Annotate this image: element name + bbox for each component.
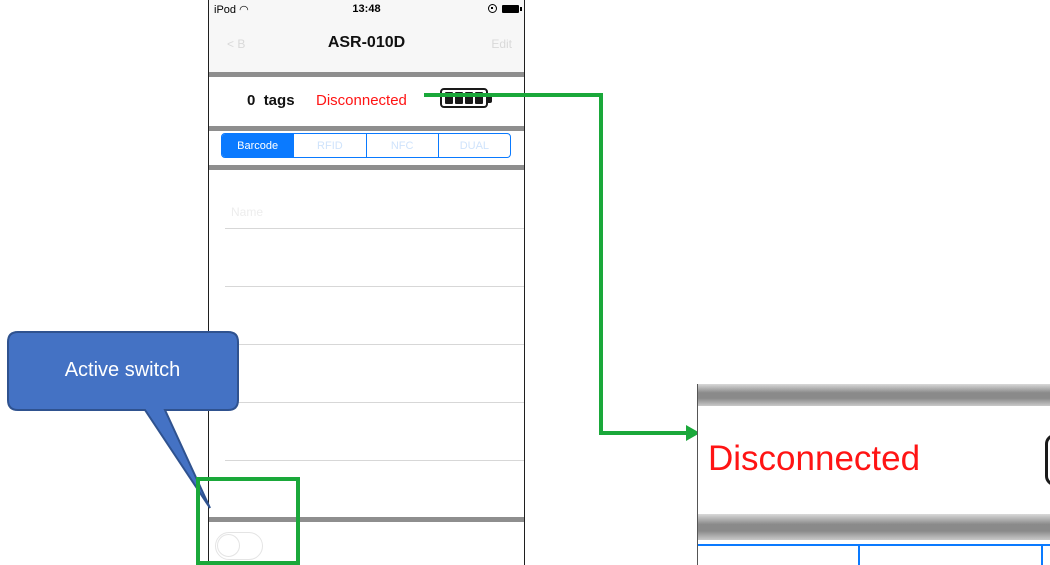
- reader-battery-icon: [440, 88, 492, 108]
- navigation-bar: < B ASR-010D Edit: [209, 20, 524, 73]
- segment-divider: [858, 546, 860, 565]
- connection-status: Disconnected: [316, 92, 407, 109]
- tab-dual[interactable]: DUAL: [437, 134, 510, 157]
- list-separator: [225, 286, 524, 287]
- zoomed-segmented-control: [698, 544, 1050, 565]
- battery-icon: [502, 4, 522, 13]
- section-divider: [209, 72, 524, 77]
- switch-highlight-box: [196, 477, 300, 565]
- section-divider: [698, 514, 1050, 540]
- page-title: ASR-010D: [327, 34, 406, 51]
- status-time: 13:48: [352, 3, 381, 15]
- section-divider: [209, 126, 524, 131]
- section-divider: [698, 384, 1050, 406]
- zoomed-connection-status: Disconnected: [708, 439, 921, 478]
- list-separator: [225, 228, 524, 229]
- callout-text: Active switch: [64, 358, 181, 381]
- list-item-label: Name: [231, 205, 264, 219]
- status-bar: iPod ◠ 13:48: [209, 0, 524, 20]
- tag-count-value: 0: [247, 92, 256, 109]
- zoomed-battery-icon: [1045, 434, 1050, 486]
- tab-rfid[interactable]: RFID: [293, 134, 365, 157]
- section-divider: [209, 165, 524, 170]
- mode-segmented-control: Barcode RFID NFC DUAL: [221, 133, 511, 158]
- tab-barcode[interactable]: Barcode: [222, 134, 294, 157]
- status-icons: [488, 4, 522, 13]
- list-separator: [225, 460, 524, 461]
- edit-button[interactable]: Edit: [491, 37, 512, 51]
- zoomed-status-inset: Disconnected: [697, 384, 1050, 565]
- segment-divider: [1041, 546, 1043, 565]
- tab-nfc[interactable]: NFC: [365, 134, 438, 157]
- tag-count-unit: tags: [263, 92, 295, 109]
- tag-count: 0 tags: [247, 92, 295, 109]
- rotation-lock-icon: [488, 4, 497, 13]
- reader-status-row: 0 tags Disconnected: [209, 78, 524, 126]
- list-separator: [225, 344, 524, 345]
- list-separator: [225, 402, 524, 403]
